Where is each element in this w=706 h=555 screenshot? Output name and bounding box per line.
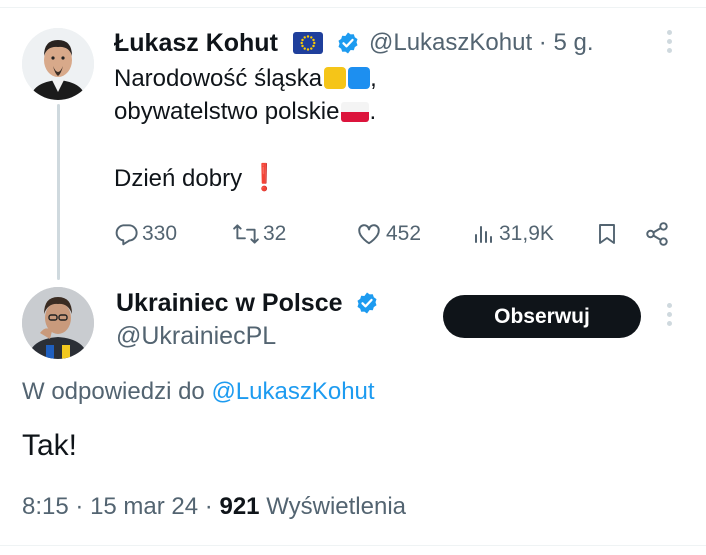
eu-flag-icon	[292, 31, 323, 54]
exclamation-emoji-icon: ❗	[248, 162, 281, 192]
verified-badge-icon[interactable]	[336, 31, 360, 62]
handle-reply[interactable]: @UkrainiecPL	[116, 321, 276, 351]
tweet-timestamp-line: 8:15 · 15 mar 24 · 921 Wyświetlenia	[22, 492, 406, 522]
like-action[interactable]: 452	[355, 220, 421, 248]
verified-badge-icon[interactable]	[355, 291, 379, 322]
author-name-text[interactable]: Ukrainiec w Polsce	[116, 289, 343, 317]
more-options-icon[interactable]	[665, 303, 673, 329]
views-label: Wyświetlenia	[266, 493, 407, 520]
avatar-ukrainiec-w-polsce[interactable]	[22, 287, 94, 359]
yellow-square-emoji-icon	[324, 67, 347, 89]
tweet-line-1-text: Narodowość śląska	[114, 65, 323, 92]
tweet-line-2: obywatelstwo polskie.	[114, 95, 377, 128]
handle-original[interactable]: @LukaszKohut	[369, 29, 532, 56]
reply-count: 330	[142, 222, 178, 245]
repost-icon	[233, 224, 259, 244]
tweet-line-3-text: Dzień dobry	[114, 165, 243, 192]
views-count-reply: 921	[219, 493, 260, 520]
author-name-text[interactable]: Łukasz Kohut	[114, 29, 278, 57]
separator-dot: ·	[75, 493, 84, 520]
follow-button[interactable]: Obserwuj	[443, 295, 641, 338]
like-icon	[358, 224, 380, 245]
like-count: 452	[386, 222, 422, 245]
tweet-date[interactable]: 15 mar 24	[90, 493, 198, 520]
separator-dot: ·	[204, 493, 213, 520]
author-name-reply[interactable]: Ukrainiec w Polsce	[116, 288, 379, 322]
repost-action[interactable]: 32	[232, 220, 286, 248]
reply-action[interactable]: 330	[113, 220, 177, 248]
reply-to-mention-link[interactable]: @LukaszKohut	[211, 378, 374, 405]
tweet-line-2-tail: .	[369, 98, 377, 125]
reply-icon	[115, 224, 138, 246]
reply-tweet-text: Tak!	[22, 429, 78, 462]
share-action[interactable]	[644, 220, 670, 248]
repost-count: 32	[263, 222, 287, 245]
tweet-meta-original: @LukaszKohut · 5 g.	[369, 28, 594, 58]
time-ago[interactable]: 5 g.	[553, 29, 593, 56]
reply-context: W odpowiedzi do @LukaszKohut	[22, 377, 375, 407]
reply-to-prefix: W odpowiedzi do	[22, 378, 205, 405]
top-divider	[0, 7, 706, 8]
poland-flag-emoji-icon	[341, 102, 370, 122]
views-action[interactable]: 31,9K	[472, 220, 554, 248]
avatar-lukasz-kohut[interactable]	[22, 28, 94, 100]
tweet-line-1-tail: ,	[370, 65, 377, 92]
tweet-line-2-text: obywatelstwo polskie	[114, 98, 340, 125]
views-count: 31,9K	[499, 222, 554, 245]
blue-square-emoji-icon	[348, 67, 371, 89]
thread-connector-line	[57, 104, 60, 280]
views-icon	[475, 226, 492, 243]
tweet-line-3: Dzień dobry ❗	[114, 161, 377, 194]
bottom-divider	[0, 545, 706, 546]
tweet-line-1: Narodowość śląska,	[114, 62, 377, 95]
bookmark-action[interactable]	[595, 220, 619, 248]
share-icon	[646, 222, 668, 246]
meta-separator: ·	[538, 29, 547, 56]
more-options-icon[interactable]	[665, 30, 673, 56]
tweet-body-original: Narodowość śląska, obywatelstwo polskie.…	[114, 62, 377, 194]
author-name-original[interactable]: Łukasz Kohut	[114, 28, 360, 62]
tweet-time[interactable]: 8:15	[22, 493, 69, 520]
bookmark-icon	[599, 224, 615, 244]
